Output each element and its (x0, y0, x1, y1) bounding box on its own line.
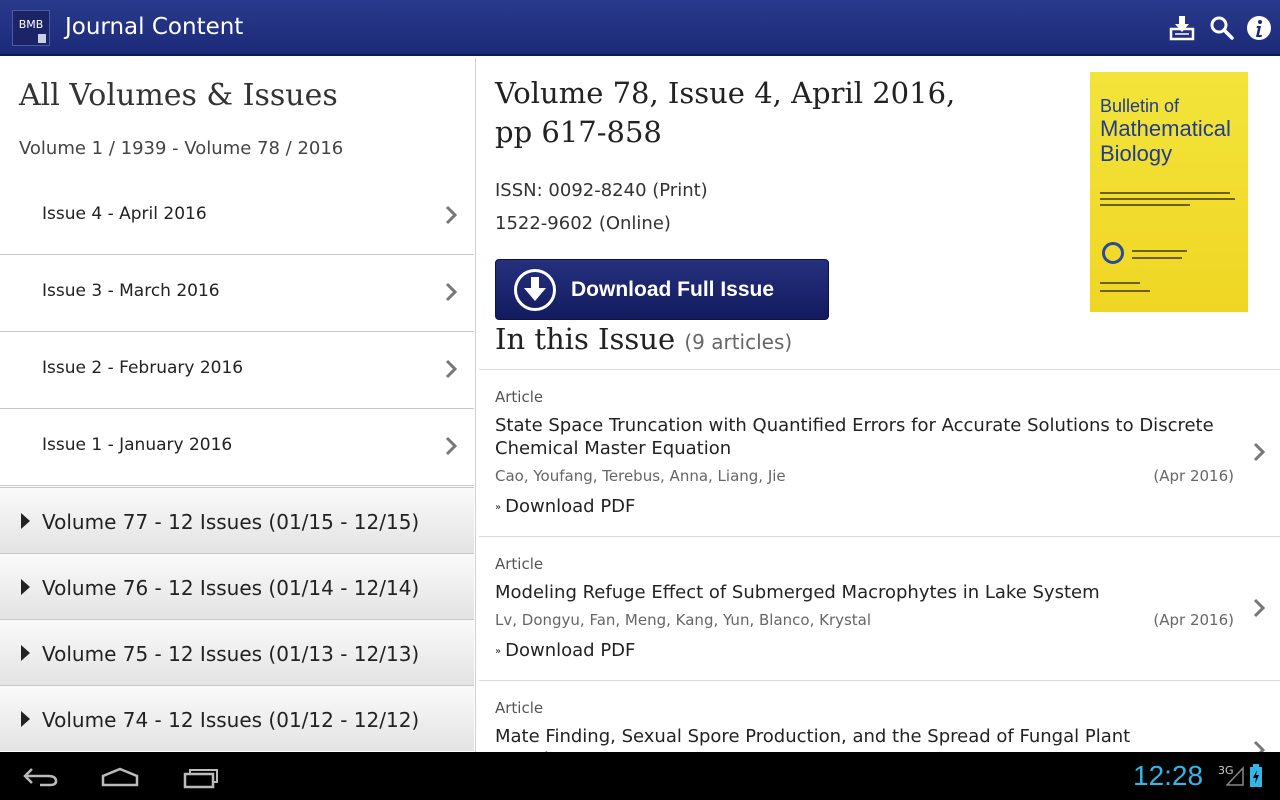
info-icon[interactable] (1246, 15, 1272, 41)
volume-label: Volume 76 - 12 Issues (01/14 - 12/14) (42, 576, 420, 600)
app-title: Journal Content (65, 14, 244, 40)
cover-publisher-line (1100, 282, 1140, 284)
cover-title-line3: Biology (1100, 141, 1173, 166)
expand-arrow-icon (21, 645, 30, 661)
article-title: Modeling Refuge Effect of Submerged Macr… (495, 582, 1100, 603)
back-icon[interactable] (22, 766, 60, 788)
clock: 12:28 (1133, 760, 1204, 791)
issue-row[interactable]: Issue 1 - January 2016 (0, 409, 474, 486)
article-list: Article State Space Truncation with Quan… (479, 369, 1280, 752)
issue-label: Issue 3 - March 2016 (42, 281, 220, 301)
system-navigation-bar: 12:28 3G (0, 752, 1280, 800)
article-type: Article (495, 555, 544, 573)
issue-label: Issue 2 - February 2016 (42, 358, 244, 378)
in-this-issue-heading: In this Issue (9 articles) (495, 322, 792, 356)
home-icon[interactable] (100, 766, 140, 788)
article-row[interactable]: Article Mate Finding, Sexual Spore Produ… (479, 680, 1280, 752)
issue-row[interactable]: Issue 3 - March 2016 (0, 255, 474, 332)
volume-label: Volume 77 - 12 Issues (01/15 - 12/15) (42, 510, 420, 534)
signal-icon (1226, 766, 1244, 786)
volume-row[interactable]: Volume 75 - 12 Issues (01/13 - 12/13) (0, 619, 474, 685)
issue-row[interactable]: Issue 4 - April 2016 (0, 178, 474, 255)
double-chevron-icon: » (495, 501, 502, 513)
chevron-right-icon (445, 282, 458, 302)
issue-detail-panel: Volume 78, Issue 4, April 2016, pp 617-8… (479, 58, 1280, 752)
volume-list: Volume 77 - 12 Issues (01/15 - 12/15) Vo… (0, 487, 474, 751)
cover-subtitle-line (1100, 192, 1230, 194)
download-pdf-label: Download PDF (505, 640, 636, 661)
chevron-right-icon (445, 359, 458, 379)
volumes-panel-title: All Volumes & Issues (19, 78, 338, 113)
article-row[interactable]: Article State Space Truncation with Quan… (479, 369, 1280, 536)
recent-apps-icon[interactable] (182, 767, 220, 789)
article-type: Article (495, 699, 544, 717)
volume-label: Volume 75 - 12 Issues (01/13 - 12/13) (42, 642, 420, 666)
article-date: (Apr 2016) (1153, 611, 1234, 629)
battery-charging-icon (1250, 764, 1262, 787)
download-pdf-link[interactable]: » Download PDF (495, 640, 635, 661)
volume-row[interactable]: Volume 74 - 12 Issues (01/12 - 12/12) (0, 685, 474, 751)
cover-subtitle-line (1100, 198, 1235, 200)
issn-print: ISSN: 0092-8240 (Print) (495, 180, 708, 201)
download-icon[interactable] (1169, 15, 1195, 41)
cover-subtitle-line (1100, 204, 1190, 206)
expand-arrow-icon (21, 513, 30, 529)
issue-title: Volume 78, Issue 4, April 2016, pp 617-8… (495, 76, 956, 149)
app-logo-text: BMB (18, 18, 44, 31)
action-bar: BMB Journal Content (0, 0, 1280, 56)
cover-society-line (1132, 257, 1182, 259)
article-authors: Lv, Dongyu, Fan, Meng, Kang, Yun, Blanco… (495, 611, 872, 629)
chevron-right-icon (445, 205, 458, 225)
society-logo-icon (1102, 242, 1124, 264)
issue-label: Issue 1 - January 2016 (42, 435, 233, 455)
volumes-panel: All Volumes & Issues Volume 1 / 1939 - V… (0, 58, 476, 752)
issue-label: Issue 4 - April 2016 (42, 204, 207, 224)
download-pdf-link[interactable]: » Download PDF (495, 496, 635, 517)
app-logo-badge (38, 34, 46, 43)
volume-row[interactable]: Volume 76 - 12 Issues (01/14 - 12/14) (0, 553, 474, 619)
article-title: Mate Finding, Sexual Spore Production, a… (495, 726, 1131, 752)
expand-arrow-icon (21, 579, 30, 595)
issn-online: 1522-9602 (Online) (495, 213, 671, 234)
volume-range: Volume 1 / 1939 - Volume 78 / 2016 (19, 138, 344, 159)
chevron-right-icon (1253, 442, 1266, 462)
article-count: (9 articles) (684, 330, 793, 354)
chevron-right-icon (445, 436, 458, 456)
double-chevron-icon: » (495, 645, 502, 657)
download-full-issue-label: Download Full Issue (571, 278, 775, 301)
journal-cover-image[interactable]: Bulletin of Mathematical Biology (1090, 72, 1248, 312)
search-icon[interactable] (1209, 15, 1235, 41)
article-title: State Space Truncation with Quantified E… (495, 415, 1214, 459)
cover-publisher-line (1100, 290, 1150, 292)
in-this-issue-label: In this Issue (495, 322, 676, 356)
cover-title-line1: Bulletin of (1100, 96, 1180, 116)
app-logo-icon[interactable]: BMB (12, 10, 50, 46)
article-date: (Apr 2016) (1153, 467, 1234, 485)
article-authors: Cao, Youfang, Terebus, Anna, Liang, Jie (495, 467, 786, 485)
download-pdf-label: Download PDF (505, 496, 636, 517)
expand-arrow-icon (21, 711, 30, 727)
chevron-right-icon (1253, 598, 1266, 618)
volume-row[interactable]: Volume 77 - 12 Issues (01/15 - 12/15) (0, 487, 474, 553)
download-full-issue-button[interactable]: Download Full Issue (495, 259, 829, 320)
volume-label: Volume 74 - 12 Issues (01/12 - 12/12) (42, 708, 420, 732)
cover-society-line (1132, 250, 1187, 252)
cover-title-line2: Mathematical (1100, 116, 1231, 141)
chevron-right-icon (1253, 740, 1266, 752)
article-row[interactable]: Article Modeling Refuge Effect of Submer… (479, 536, 1280, 680)
article-type: Article (495, 388, 544, 406)
download-circle-icon (514, 269, 556, 311)
issue-list: Issue 4 - April 2016 Issue 3 - March 201… (0, 178, 474, 486)
issue-row[interactable]: Issue 2 - February 2016 (0, 332, 474, 409)
